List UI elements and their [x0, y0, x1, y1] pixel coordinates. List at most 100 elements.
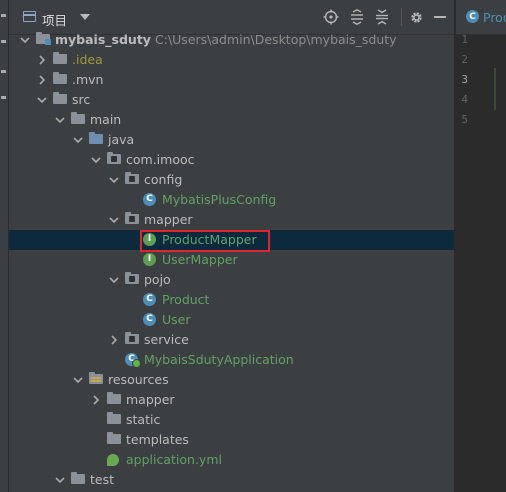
- hide-panel-icon[interactable]: [431, 8, 449, 26]
- chevron-down-icon[interactable]: [108, 214, 120, 226]
- package-icon: [125, 212, 139, 224]
- chevron-down-icon[interactable]: [54, 114, 66, 126]
- folder-icon: [53, 52, 67, 64]
- tree-item-label: MybaisSdutyApplication: [144, 352, 294, 367]
- package-icon: [107, 152, 121, 164]
- tree-item-label: ProductMapper: [162, 232, 257, 247]
- tree-row[interactable]: I ProductMapper: [9, 230, 454, 250]
- chevron-right-icon[interactable]: [108, 334, 120, 346]
- tree-row[interactable]: C Product: [9, 290, 454, 310]
- tree-row[interactable]: C MybaisSdutyApplication: [9, 350, 454, 370]
- class-icon: C: [143, 313, 156, 326]
- folder-icon: [53, 72, 67, 84]
- tree-item-label: MybatisPlusConfig: [162, 192, 277, 207]
- editor-tab-label[interactable]: Prod: [483, 10, 506, 25]
- tree-item-label: templates: [126, 432, 189, 447]
- package-icon: [125, 272, 139, 284]
- tree-item-label: java: [108, 132, 135, 147]
- editor-pane: C Prod 1 2 3 4 5: [456, 0, 506, 492]
- tree-row[interactable]: service: [9, 330, 454, 350]
- folder-icon: [71, 472, 85, 484]
- panel-title[interactable]: 项目: [42, 10, 67, 29]
- tree-item-label: resources: [108, 372, 169, 387]
- tree-row[interactable]: mapper: [9, 390, 454, 410]
- chevron-right-icon[interactable]: [90, 394, 102, 406]
- chevron-right-icon[interactable]: [36, 74, 48, 86]
- tree-item-label: main: [90, 112, 122, 127]
- tree-row[interactable]: src: [9, 90, 454, 110]
- tree-row[interactable]: static: [9, 410, 454, 430]
- chevron-down-icon[interactable]: [72, 374, 84, 386]
- strip-mark: [1, 14, 6, 17]
- tree-row[interactable]: .mvn: [9, 70, 454, 90]
- line-number: 5: [461, 113, 468, 126]
- class-icon: C: [143, 293, 156, 306]
- tree-row[interactable]: mybais_sduty C:\Users\admin\Desktop\mybai…: [9, 30, 454, 50]
- package-icon: [125, 172, 139, 184]
- expand-all-icon[interactable]: [348, 8, 366, 26]
- tree-row[interactable]: config: [9, 170, 454, 190]
- tree-row[interactable]: application.yml: [9, 450, 454, 470]
- chevron-down-icon[interactable]: [90, 154, 102, 166]
- tree-item-label: service: [144, 332, 189, 347]
- project-tool-window: 项目 mybais_sduty C:\Users\admin\Desktop\my…: [9, 0, 454, 492]
- chevron-down-icon[interactable]: [54, 474, 66, 486]
- gear-icon[interactable]: [407, 8, 425, 26]
- folder-icon: [107, 432, 121, 444]
- tree-item-label: static: [126, 412, 161, 427]
- tree-row[interactable]: java: [9, 130, 454, 150]
- tree-row[interactable]: C User: [9, 310, 454, 330]
- interface-icon: I: [143, 253, 156, 266]
- tree-item-label: test: [90, 472, 115, 487]
- project-path: C:\Users\admin\Desktop\mybais_sduty: [155, 32, 397, 47]
- view-dropdown-chevron-down-icon[interactable]: [80, 14, 90, 20]
- left-tool-strip[interactable]: [0, 0, 9, 492]
- chevron-down-icon[interactable]: [108, 174, 120, 186]
- vcs-change-marker: [494, 68, 496, 110]
- folder-icon: [71, 112, 85, 124]
- package-icon: [125, 332, 139, 344]
- source-folder-icon: [89, 132, 103, 144]
- tree-item-label: User: [162, 312, 191, 327]
- tree-row[interactable]: C MybatisPlusConfig: [9, 190, 454, 210]
- tree-item-label: Product: [162, 292, 210, 307]
- folder-icon: [107, 392, 121, 404]
- yml-file-icon: [107, 454, 119, 466]
- line-number: 4: [461, 93, 468, 106]
- tree-item-label: .mvn: [72, 72, 104, 87]
- tree-item-label: mapper: [126, 392, 175, 407]
- tree-item-label: com.imooc: [126, 152, 195, 167]
- project-view-icon: [23, 11, 36, 22]
- chevron-down-icon[interactable]: [19, 34, 31, 46]
- tree-row[interactable]: I UserMapper: [9, 250, 454, 270]
- locate-file-icon[interactable]: [322, 8, 340, 26]
- tree-row[interactable]: pojo: [9, 270, 454, 290]
- chevron-down-icon[interactable]: [72, 134, 84, 146]
- line-number: 3: [461, 73, 468, 86]
- tree-row[interactable]: com.imooc: [9, 150, 454, 170]
- tree-row[interactable]: main: [9, 110, 454, 130]
- tree-item-label: src: [72, 92, 91, 107]
- collapse-all-icon[interactable]: [373, 8, 391, 26]
- tree-item-label: mapper: [144, 212, 193, 227]
- line-number: 2: [461, 53, 468, 66]
- chevron-down-icon[interactable]: [108, 274, 120, 286]
- tree-row[interactable]: .idea: [9, 50, 454, 70]
- line-number: 1: [461, 33, 468, 46]
- strip-mark: [1, 40, 6, 43]
- strip-mark: [1, 96, 6, 99]
- chevron-right-icon[interactable]: [36, 54, 48, 66]
- class-icon: C: [143, 193, 156, 206]
- chevron-down-icon[interactable]: [36, 94, 48, 106]
- toolbar-divider: [401, 8, 402, 26]
- tree-row[interactable]: resources: [9, 370, 454, 390]
- spring-application-icon: C: [125, 353, 141, 368]
- interface-icon: I: [143, 233, 156, 246]
- tree-row[interactable]: mapper: [9, 210, 454, 230]
- tree-item-label: config: [144, 172, 183, 187]
- tree-row[interactable]: test: [9, 470, 454, 490]
- strip-mark: [1, 70, 6, 73]
- project-folder-icon: [36, 32, 51, 45]
- tree-item-label: application.yml: [126, 452, 222, 467]
- tree-row[interactable]: templates: [9, 430, 454, 450]
